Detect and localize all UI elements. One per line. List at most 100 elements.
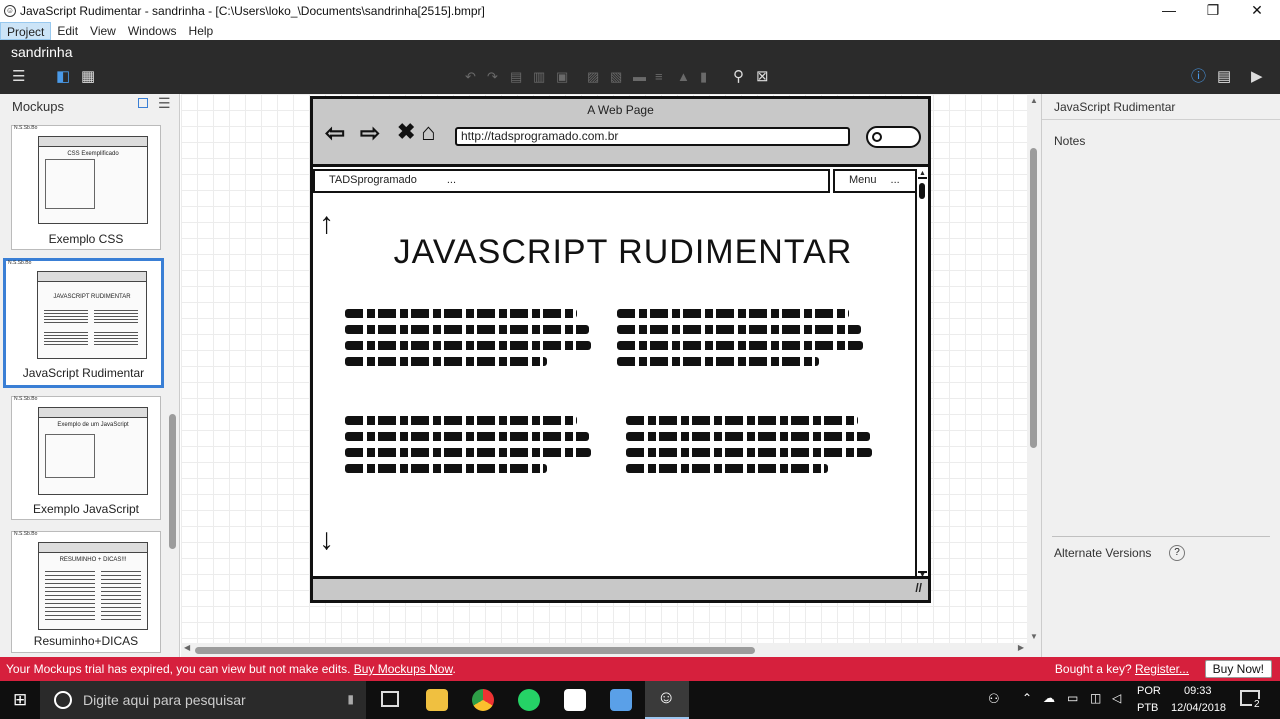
canvas-vscroll-thumb[interactable] xyxy=(1030,148,1037,448)
url-field: http://tadsprogramado.com.br xyxy=(455,127,850,146)
thumbnail-view-icon[interactable] xyxy=(138,98,148,108)
mockup-thumb-javascript-rudimentar[interactable]: N.S.Sb.Bo JAVASCRIPT RUDIMENTAR JavaScri… xyxy=(3,258,164,388)
language-bottom[interactable]: PTB xyxy=(1137,702,1158,714)
chrome-icon[interactable] xyxy=(472,689,494,711)
scribble-text-line xyxy=(345,341,591,350)
onedrive-icon[interactable]: ☁ xyxy=(1043,691,1055,705)
distribute-icon[interactable]: ≡ xyxy=(655,68,663,86)
group-icon[interactable]: ▨ xyxy=(587,68,599,86)
canvas-hscroll-thumb[interactable] xyxy=(195,647,755,654)
redo-icon[interactable]: ↷ xyxy=(487,68,498,86)
navbar-menu: Menu... xyxy=(833,169,917,193)
menu-edit[interactable]: Edit xyxy=(51,22,84,40)
scribble-text-line xyxy=(345,448,591,457)
mockups-panel: Mockups ☰ N.S.Sb.Bo CSS Exemplificado Ex… xyxy=(0,94,180,657)
task-view-icon[interactable] xyxy=(381,691,399,707)
window-titlebar: ☺ JavaScript Rudimentar - sandrinha - [C… xyxy=(0,0,1280,22)
mockup-caption: Exemplo JavaScript xyxy=(32,502,140,516)
mockup-thumb-exemplo-javascript[interactable]: N.S.Sb.Bo Exemplo de um JavaScript Exemp… xyxy=(11,396,161,520)
scroll-right-icon[interactable]: ▶ xyxy=(1018,643,1024,652)
thumb-tag: N.S.Sb.Bo xyxy=(8,260,32,266)
thumb-tag: N.S.Sb.Bo xyxy=(14,396,38,402)
paste-icon[interactable]: ▣ xyxy=(556,68,568,86)
browser-window-mockup[interactable]: A Web Page ⇦ ⇨ ✖ ⌂ http://tadsprogramado… xyxy=(310,96,931,603)
whatsapp-icon[interactable] xyxy=(518,689,540,711)
taskbar-search[interactable]: Digite aqui para pesquisar ▮ xyxy=(40,681,366,719)
canvas-horizontal-scrollbar[interactable]: ◀ ▶ xyxy=(181,643,1027,657)
scribble-text-line xyxy=(345,464,547,473)
scroll-down-arrow-icon: ↓ xyxy=(319,523,334,556)
mockup-caption: JavaScript Rudimentar xyxy=(22,366,145,380)
scroll-up-icon[interactable]: ▲ xyxy=(1030,96,1038,105)
present-icon[interactable]: ▶ xyxy=(1251,68,1263,86)
windows-start-icon[interactable]: ⊞ xyxy=(13,690,27,710)
network-icon[interactable]: ◫ xyxy=(1090,691,1101,705)
info-icon[interactable]: ⓘ xyxy=(1191,68,1206,86)
ungroup-icon[interactable]: ▧ xyxy=(610,68,622,86)
lock-icon[interactable]: ▲ xyxy=(677,68,690,86)
notes-label[interactable]: Notes xyxy=(1054,134,1085,148)
browser-status-bar: // xyxy=(313,576,928,600)
register-link[interactable]: Register... xyxy=(1135,662,1189,676)
file-explorer-icon[interactable] xyxy=(426,689,448,711)
undo-icon[interactable]: ↶ xyxy=(465,68,476,86)
scribble-text-line xyxy=(626,448,872,457)
scroll-down-icon[interactable]: ▼ xyxy=(1030,632,1038,641)
scribble-text-line xyxy=(626,464,828,473)
menu-project[interactable]: Project xyxy=(0,22,52,40)
battery-icon[interactable]: ▭ xyxy=(1067,691,1078,705)
home-icon: ⌂ xyxy=(421,119,436,146)
canvas-vertical-scrollbar[interactable]: ▲ ▼ xyxy=(1027,94,1041,657)
clear-icon[interactable]: ⊠ xyxy=(756,68,769,86)
mockup-name-label[interactable]: JavaScript Rudimentar xyxy=(1054,100,1175,114)
clock-date[interactable]: 12/04/2018 xyxy=(1171,702,1226,714)
volume-icon[interactable]: ◁ xyxy=(1112,691,1121,705)
buy-mockups-link[interactable]: Buy Mockups Now xyxy=(354,662,453,676)
menu-windows[interactable]: Windows xyxy=(122,22,183,40)
single-view-icon[interactable]: ◧ xyxy=(56,68,70,86)
mockup-caption: Exemplo CSS xyxy=(48,232,124,246)
cut-icon[interactable]: ▤ xyxy=(510,68,522,86)
scribble-text-line xyxy=(626,416,858,425)
scroll-left-icon[interactable]: ◀ xyxy=(184,643,190,652)
thumb-image: CSS Exemplificado xyxy=(38,136,148,224)
minimize-button[interactable]: — xyxy=(1146,0,1192,22)
list-view-icon[interactable]: ☰ xyxy=(158,95,171,112)
window-title: JavaScript Rudimentar - sandrinha - [C:\… xyxy=(20,4,485,18)
forward-arrow-icon: ⇨ xyxy=(360,120,381,147)
restore-button[interactable]: ❐ xyxy=(1190,0,1236,22)
people-icon[interactable]: ⚇ xyxy=(988,691,1000,707)
browser-search-field xyxy=(866,126,921,148)
properties-panel: JavaScript Rudimentar Notes Alternate Ve… xyxy=(1041,94,1280,657)
delete-icon[interactable]: ▮ xyxy=(700,68,707,86)
language-top[interactable]: POR xyxy=(1137,685,1161,697)
clock-time[interactable]: 09:33 xyxy=(1184,685,1212,697)
navbar-brand: TADSprogramado... xyxy=(313,169,830,193)
search-lens-icon xyxy=(872,132,882,142)
microphone-icon[interactable]: ▮ xyxy=(347,692,354,706)
grid-view-icon[interactable]: ▦ xyxy=(81,68,95,86)
hamburger-menu-icon[interactable]: ☰ xyxy=(12,68,25,86)
search-icon[interactable]: ⚲ xyxy=(733,68,744,86)
close-button[interactable]: ✕ xyxy=(1234,0,1280,22)
buy-now-button[interactable]: Buy Now! xyxy=(1204,660,1272,678)
mockup-thumb-resuminho-dicas[interactable]: N.S.Sb.Bo RESUMINHO + DICAS!!! Resuminho… xyxy=(11,531,161,653)
menu-help[interactable]: Help xyxy=(183,22,220,40)
box-app-icon[interactable] xyxy=(610,689,632,711)
scribble-text-line xyxy=(617,357,819,366)
balsamiq-taskbar-button[interactable]: ☺ xyxy=(645,681,689,719)
scribble-text-line xyxy=(626,432,870,441)
mockups-scrollbar[interactable] xyxy=(166,124,178,654)
menu-view[interactable]: View xyxy=(84,22,122,40)
mockup-thumb-exemplo-css[interactable]: N.S.Sb.Bo CSS Exemplificado Exemplo CSS xyxy=(11,125,161,250)
alternate-versions-label: Alternate Versions xyxy=(1054,546,1152,560)
notification-count: 2 xyxy=(1252,699,1262,710)
copy-icon[interactable]: ▥ xyxy=(533,68,545,86)
help-icon[interactable]: ? xyxy=(1169,545,1185,561)
properties-icon[interactable]: ▤ xyxy=(1217,68,1231,86)
mockups-scroll-thumb[interactable] xyxy=(169,414,176,549)
sticky-app-icon[interactable] xyxy=(564,689,586,711)
scribble-text-line xyxy=(617,325,861,334)
tray-expand-icon[interactable]: ⌃ xyxy=(1022,691,1032,705)
align-icon[interactable]: ▬ xyxy=(633,68,646,86)
